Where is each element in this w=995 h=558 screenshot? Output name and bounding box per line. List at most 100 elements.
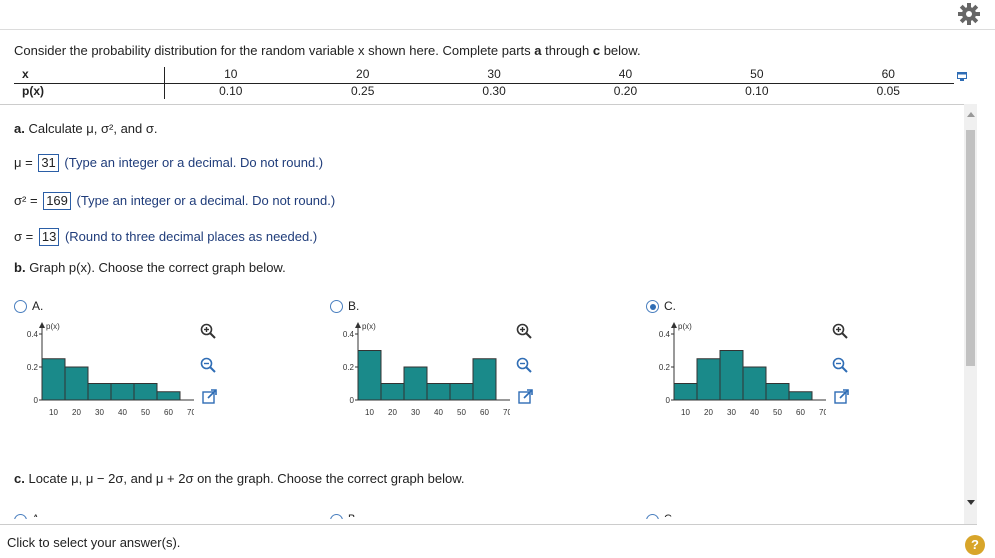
histogram-bar [449,383,474,401]
y-tick-label: 0 [666,396,671,405]
option-b-chart[interactable]: p(x)x00.20.410203040506070 [330,318,510,426]
x-tick-label: 10 [681,408,690,417]
scrollbar-thumb[interactable] [966,130,975,366]
x-tick-label: 30 [411,408,420,417]
section-divider [0,104,964,105]
x-tick-label: 50 [141,408,150,417]
option-a-radio[interactable] [14,300,27,313]
mu-hint: (Type an integer or a decimal. Do not ro… [64,155,324,170]
x-value: 30 [428,67,560,84]
scroll-up-arrow[interactable] [967,112,975,117]
y-tick-label: 0 [350,396,355,405]
option-a-chart[interactable]: p(x)x00.20.410203040506070 [14,318,194,426]
table-row-p: p(x) 0.10 0.25 0.30 0.20 0.10 0.05 [14,83,954,99]
part-c-option-a-radio[interactable] [14,514,27,519]
mu-answer-box[interactable]: 31 [38,154,59,172]
copy-table-icon[interactable] [957,72,967,81]
part-a-question: a. Calculate μ, σ², and σ. [14,121,158,136]
scroll-down-arrow[interactable] [967,500,975,505]
sd-hint: (Round to three decimal places as needed… [64,229,318,244]
y-axis-title: p(x) [46,322,60,331]
histogram-bar [696,358,721,401]
x-tick-label: 50 [457,408,466,417]
histogram-bar [673,383,698,401]
zoom-in-icon[interactable] [516,323,532,339]
part-c-option-c-radio[interactable] [646,514,659,519]
y-axis-arrow [355,322,361,328]
x-tick-label: 20 [72,408,81,417]
y-tick-label: 0 [34,396,39,405]
y-tick-label: 0.2 [27,363,39,372]
x-tick-label: 30 [95,408,104,417]
x-value: 40 [559,67,692,84]
histogram-bar [472,358,497,401]
p-header: p(x) [14,83,165,99]
x-tick-label: 40 [118,408,127,417]
mu-label: μ = [14,155,33,170]
option-b-label[interactable]: B. [348,299,359,313]
option-c-chart[interactable]: p(x)x00.20.410203040506070 [646,318,826,426]
y-axis-arrow [39,322,45,328]
p-value: 0.10 [219,83,243,98]
help-icon[interactable]: ? [965,535,985,555]
y-tick-label: 0.2 [343,363,355,372]
part-b-question: b. Graph p(x). Choose the correct graph … [14,260,286,275]
sd-label: σ = [14,229,34,244]
histogram-bar [156,391,181,401]
zoom-out-icon[interactable] [516,357,532,373]
x-tick-label: 70 [187,408,194,417]
x-tick-label: 10 [49,408,58,417]
sd-answer-box[interactable]: 13 [38,228,60,246]
histogram-bar [765,383,790,401]
open-external-icon[interactable] [518,389,534,405]
option-c-label[interactable]: C. [664,299,676,313]
p-value: 0.20 [613,83,638,98]
histogram-bar [133,383,158,401]
variance-hint: (Type an integer or a decimal. Do not ro… [76,193,336,208]
option-a-label[interactable]: A. [32,299,43,313]
mu-answer-line: μ = 31 (Type an integer or a decimal. Do… [14,154,323,172]
p-value: 0.05 [876,83,900,98]
zoom-in-icon[interactable] [832,323,848,339]
zoom-out-icon[interactable] [200,357,216,373]
histogram-bar [87,383,112,401]
x-tick-label: 60 [164,408,173,417]
p-value: 0.10 [745,83,769,98]
footer-divider [0,524,977,525]
y-axis-arrow [671,322,677,328]
histogram-bar [64,366,89,401]
variance-answer-box[interactable]: 169 [43,192,71,210]
distribution-table: x 10 20 30 40 50 60 p(x) 0.10 0.25 0.30 … [14,67,954,99]
x-tick-label: 60 [480,408,489,417]
variance-label: σ² = [14,193,38,208]
histogram-bar [380,383,405,401]
y-tick-label: 0.4 [659,330,671,339]
open-external-icon[interactable] [202,389,218,405]
zoom-out-icon[interactable] [832,357,848,373]
sd-answer-line: σ = 13 (Round to three decimal places as… [14,228,317,246]
x-tick-label: 40 [434,408,443,417]
p-value: 0.30 [482,83,506,98]
x-value: 20 [297,67,429,84]
histogram-bar [788,391,813,401]
option-c-radio[interactable] [646,300,659,313]
x-tick-label: 40 [750,408,759,417]
y-tick-label: 0.4 [343,330,355,339]
y-tick-label: 0.2 [659,363,671,372]
open-external-icon[interactable] [834,389,850,405]
x-header: x [14,67,165,84]
zoom-in-icon[interactable] [200,323,216,339]
option-b-radio[interactable] [330,300,343,313]
variance-answer-line: σ² = 169 (Type an integer or a decimal. … [14,192,335,210]
y-tick-label: 0.4 [27,330,39,339]
top-toolbar [0,0,995,30]
part-c-option-b-radio[interactable] [330,514,343,519]
histogram-bar [357,350,382,401]
x-value: 10 [164,67,298,84]
histogram-bar [41,358,66,401]
x-tick-label: 50 [773,408,782,417]
part-c-question: c. Locate μ, μ − 2σ, and μ + 2σ on the g… [14,471,465,486]
gear-icon[interactable] [957,2,981,26]
y-axis-title: p(x) [678,322,692,331]
x-tick-label: 70 [819,408,826,417]
